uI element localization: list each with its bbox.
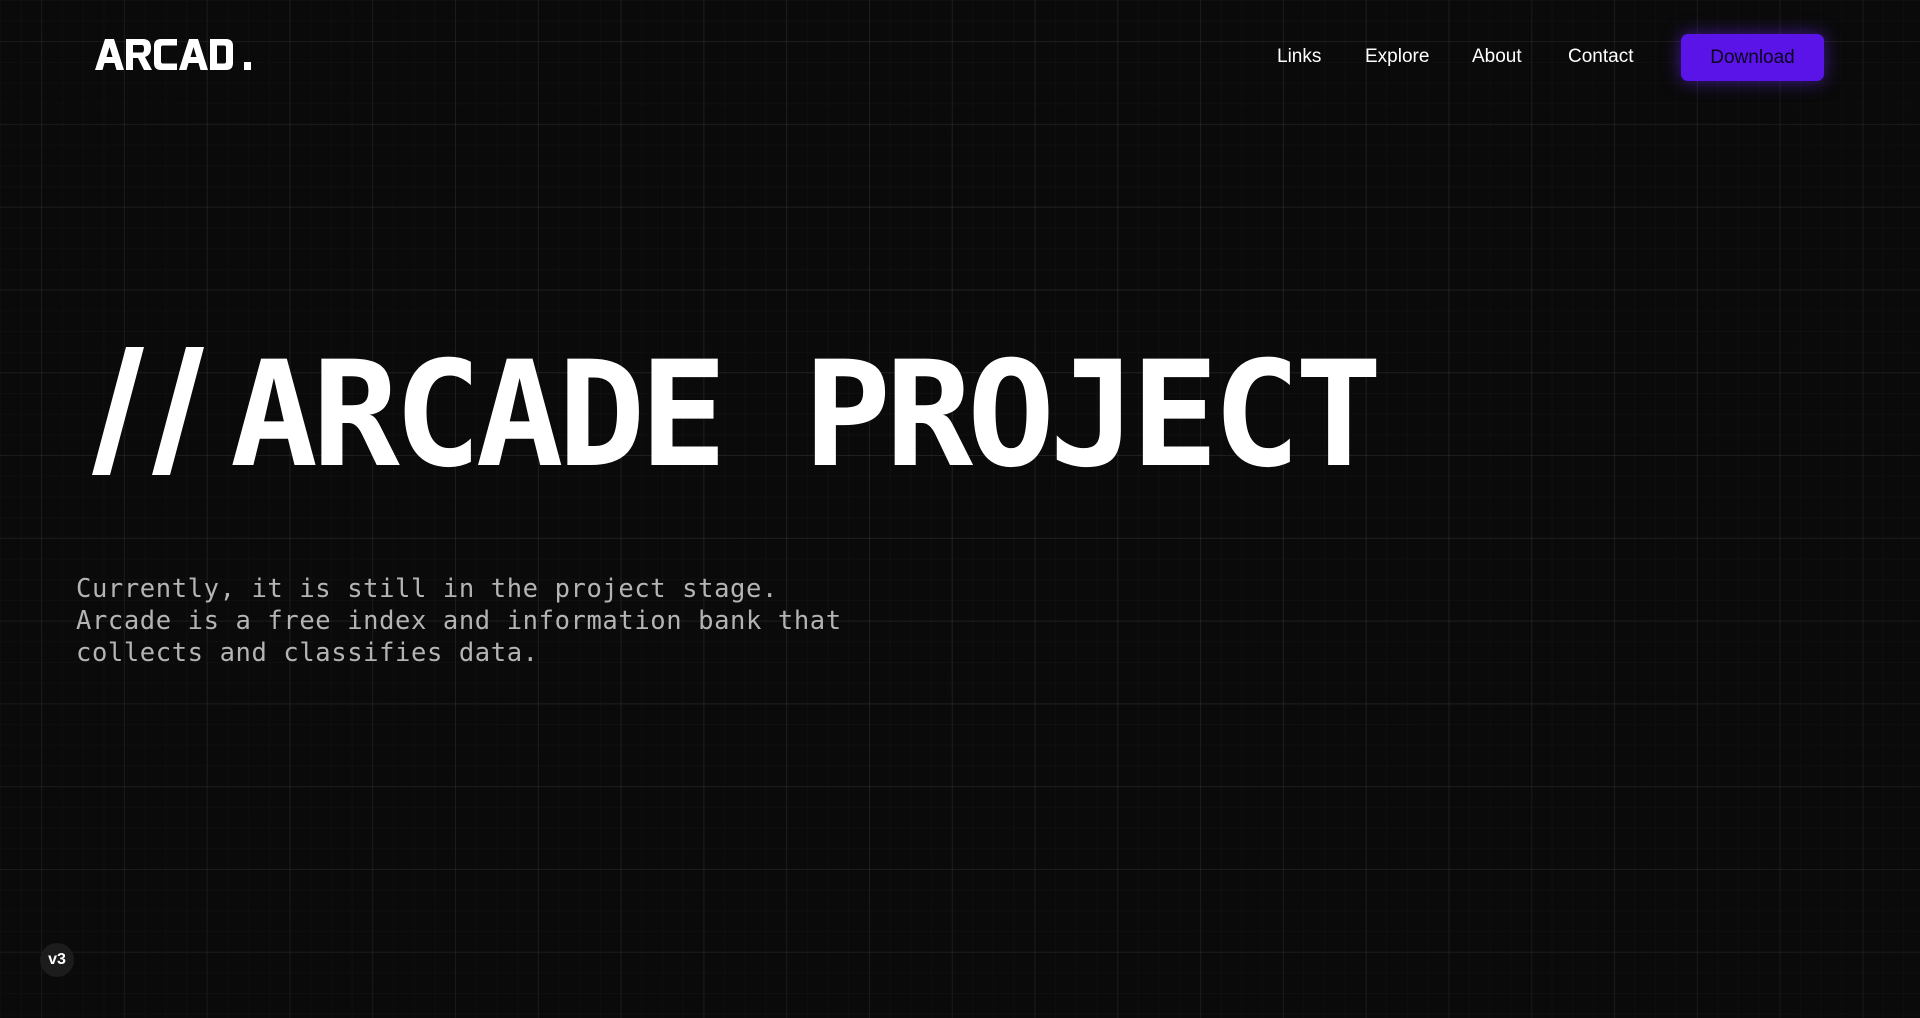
nav-link-contact[interactable]: Contact — [1568, 44, 1633, 70]
download-button[interactable]: Download — [1681, 34, 1824, 81]
hero-heading: ARCADE PROJECT — [92, 330, 1383, 500]
background-vignette — [0, 0, 1920, 1018]
version-badge[interactable]: v3 — [40, 943, 74, 977]
main-nav: Links Explore About Contact — [0, 44, 1920, 70]
hero-description-line: Arcade is a free index and information b… — [76, 606, 842, 636]
nav-link-about[interactable]: About — [1472, 44, 1522, 70]
nav-link-explore[interactable]: Explore — [1365, 44, 1429, 70]
hero-description-line: Currently, it is still in the project st… — [76, 574, 778, 604]
hero-description: Currently, it is still in the project st… — [76, 573, 842, 669]
hero-title: ARCADE PROJECT — [230, 330, 1383, 500]
double-slash-icon — [92, 347, 204, 475]
nav-link-links[interactable]: Links — [1277, 44, 1321, 70]
site-header: Links Explore About Contact Download — [0, 0, 1920, 112]
hero-description-line: collects and classifies data. — [76, 638, 539, 668]
